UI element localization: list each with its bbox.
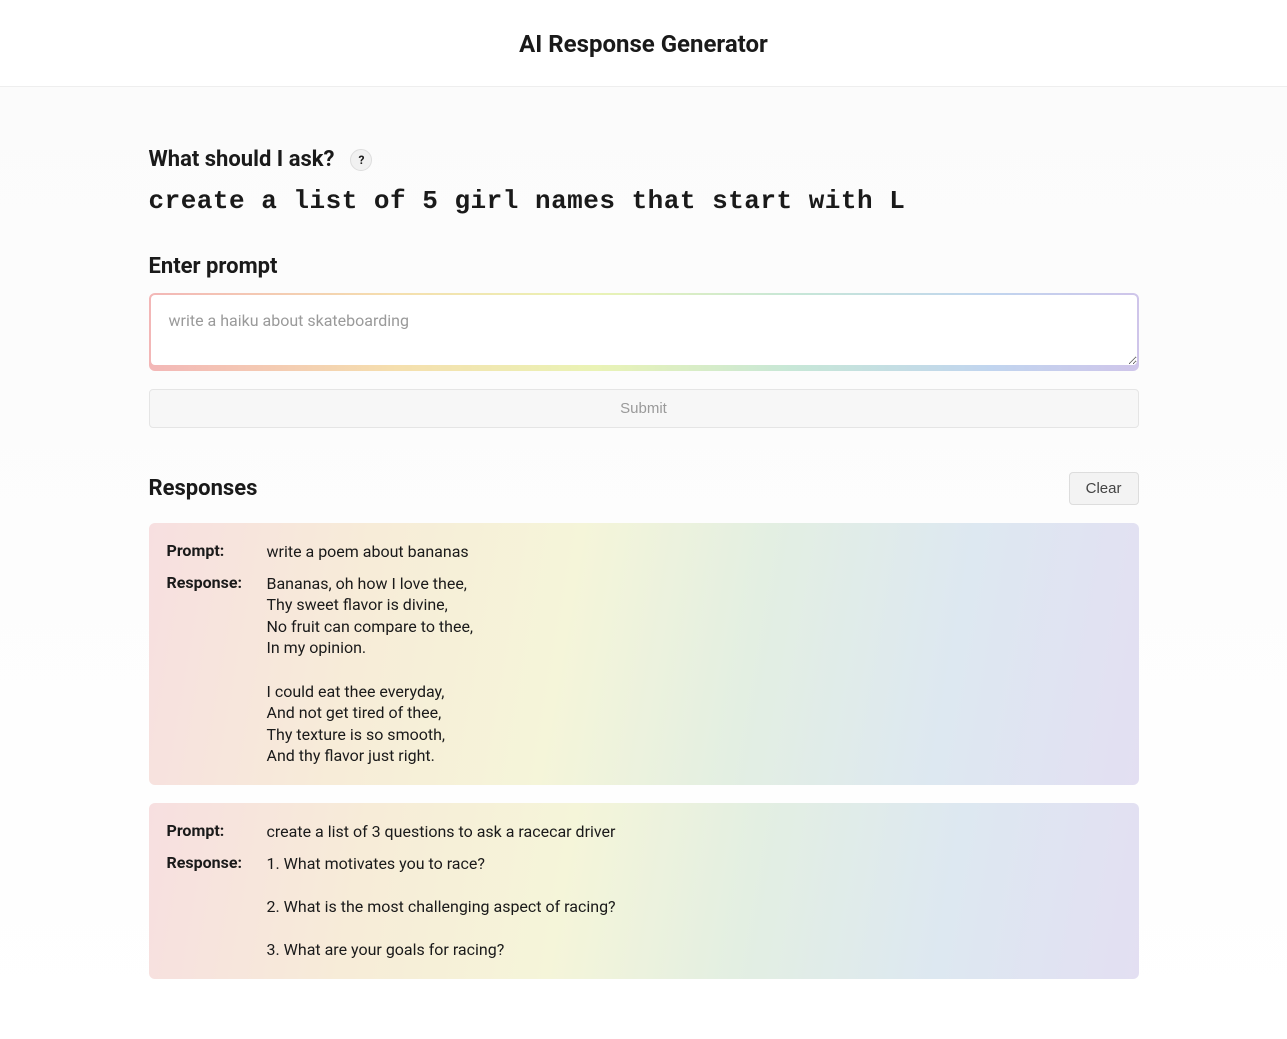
response-card: Prompt:write a poem about bananasRespons… bbox=[149, 523, 1139, 785]
prompt-field-value: create a list of 3 questions to ask a ra… bbox=[267, 821, 616, 843]
responses-list: Prompt:write a poem about bananasRespons… bbox=[149, 523, 1139, 979]
response-field-value: Bananas, oh how I love thee, Thy sweet f… bbox=[267, 573, 474, 767]
prompt-section: Enter prompt Submit bbox=[149, 254, 1139, 428]
response-field-label: Response: bbox=[167, 573, 267, 592]
app-title: AI Response Generator bbox=[0, 30, 1287, 58]
response-field-value: 1. What motivates you to race? 2. What i… bbox=[267, 853, 616, 961]
responses-label: Responses bbox=[149, 476, 258, 501]
app-header: AI Response Generator bbox=[0, 0, 1287, 87]
submit-button[interactable]: Submit bbox=[149, 389, 1139, 428]
response-value-row: Response:1. What motivates you to race? … bbox=[167, 853, 1121, 961]
main-container: What should I ask? ? create a list of 5 … bbox=[149, 87, 1139, 979]
suggestion-section: What should I ask? ? create a list of 5 … bbox=[149, 147, 1139, 216]
prompt-field-label: Prompt: bbox=[167, 821, 267, 840]
response-prompt-row: Prompt:write a poem about bananas bbox=[167, 541, 1121, 563]
responses-header: Responses Clear bbox=[149, 472, 1139, 505]
prompt-label: Enter prompt bbox=[149, 254, 278, 279]
response-card: Prompt:create a list of 3 questions to a… bbox=[149, 803, 1139, 979]
prompt-field-value: write a poem about bananas bbox=[267, 541, 469, 563]
response-value-row: Response:Bananas, oh how I love thee, Th… bbox=[167, 573, 1121, 767]
prompt-input[interactable] bbox=[151, 295, 1137, 365]
response-prompt-row: Prompt:create a list of 3 questions to a… bbox=[167, 821, 1121, 843]
response-field-label: Response: bbox=[167, 853, 267, 872]
clear-button[interactable]: Clear bbox=[1069, 472, 1139, 505]
suggestion-text: create a list of 5 girl names that start… bbox=[149, 186, 1139, 216]
page-body: What should I ask? ? create a list of 5 … bbox=[0, 87, 1287, 1039]
prompt-field-label: Prompt: bbox=[167, 541, 267, 560]
help-icon[interactable]: ? bbox=[350, 149, 372, 171]
suggestion-label: What should I ask? bbox=[149, 147, 335, 172]
prompt-input-border bbox=[149, 293, 1139, 371]
